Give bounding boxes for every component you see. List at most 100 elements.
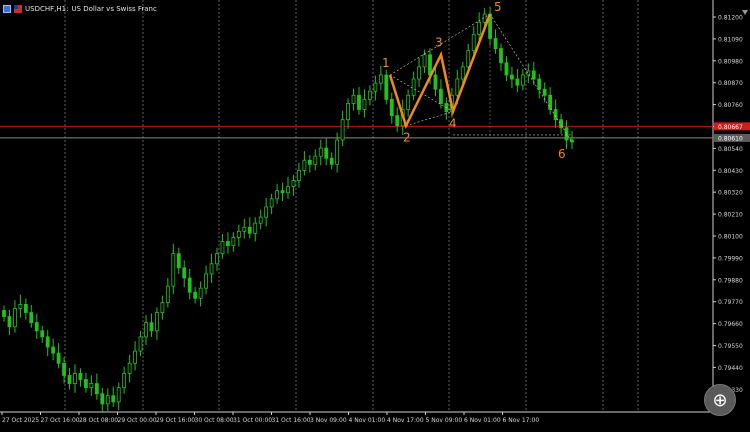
candle-body <box>127 362 132 374</box>
time-label: 5 Nov 09:00 <box>426 417 463 424</box>
candle-body <box>493 38 498 50</box>
candle-body <box>466 50 471 68</box>
candle-body <box>389 98 394 116</box>
candle-body <box>236 230 241 238</box>
candle-body <box>417 66 421 80</box>
pattern-point-label: 4 <box>449 117 457 131</box>
flag-icon <box>14 5 22 13</box>
candle-body <box>231 237 236 246</box>
ask-price-text: 0.80610 <box>718 135 743 142</box>
candle-body <box>45 336 50 348</box>
candle-body <box>7 316 12 328</box>
candle-body <box>89 383 94 389</box>
candle-body <box>253 222 258 234</box>
candle-body <box>428 54 432 76</box>
chart-area[interactable]: 0.81200 0.81090 0.80980 0.80870 0.80760 0.806… <box>0 0 750 428</box>
candle-body <box>378 74 383 84</box>
candle-body <box>515 78 520 86</box>
candle-body <box>23 304 28 313</box>
candle-body <box>62 362 66 376</box>
candle-body <box>531 70 536 80</box>
time-label: 29 Oct 16:00 <box>156 417 195 424</box>
price-label: 0.80430 <box>718 168 743 175</box>
zoom-icon[interactable]: ⊕ <box>704 384 736 416</box>
candle-body <box>346 103 350 121</box>
time-label: 6 Nov 17:00 <box>503 417 540 424</box>
bid-price-text: 0.80667 <box>718 124 743 131</box>
price-label: 0.80100 <box>718 234 743 241</box>
candle-body <box>215 253 219 265</box>
candle-body <box>94 383 99 395</box>
pattern-point-label: 6 <box>558 147 566 161</box>
candle-body <box>40 330 45 338</box>
candle-body <box>318 147 323 157</box>
candle-body <box>182 267 187 279</box>
candle-body <box>439 88 443 104</box>
candle-body <box>73 373 77 384</box>
candle-body <box>13 308 17 328</box>
candle-body <box>297 170 301 181</box>
candle-body <box>226 241 230 246</box>
time-label: 27 Oct 16:00 <box>41 417 80 424</box>
window-icon[interactable] <box>3 5 11 13</box>
price-label: 0.80980 <box>718 58 743 65</box>
time-label: 31 Oct 16:00 <box>272 417 311 424</box>
pattern-target-line <box>489 13 573 143</box>
price-label: 0.80760 <box>718 102 743 109</box>
time-label: 30 Oct 08:00 <box>195 417 234 424</box>
candle-body <box>324 147 329 159</box>
candle-body <box>144 322 148 338</box>
chart-svg[interactable]: 0.81200 0.81090 0.80980 0.80870 0.80760 0.806… <box>0 0 750 428</box>
candle-body <box>149 322 154 332</box>
candle-body <box>406 94 411 110</box>
candle-body <box>258 216 263 224</box>
time-label: 31 Oct 00:00 <box>233 417 272 424</box>
candle-body <box>460 66 465 80</box>
pattern-point-label: 5 <box>494 0 502 14</box>
price-label: 0.80320 <box>718 190 743 197</box>
candle-body <box>176 253 181 269</box>
price-label: 0.80210 <box>718 212 743 219</box>
candle-body <box>307 159 312 165</box>
candle-body <box>455 78 460 96</box>
candle-body <box>384 74 389 100</box>
price-label: 0.81200 <box>718 15 743 22</box>
candle-body <box>504 62 509 76</box>
candle-body <box>526 70 531 76</box>
candle-body <box>471 33 476 52</box>
candle-body <box>275 190 279 200</box>
candle-body <box>220 241 225 255</box>
price-label: 0.79990 <box>718 255 743 262</box>
candle-body <box>242 226 247 232</box>
candle-body <box>160 301 165 313</box>
time-label: 28 Oct 08:00 <box>79 417 118 424</box>
time-label: 29 Oct 00:00 <box>118 417 157 424</box>
candle-body <box>291 180 296 188</box>
candle-body <box>138 336 143 352</box>
candle-body <box>105 395 110 405</box>
pattern-point-label: 1 <box>382 56 390 70</box>
candle-body <box>510 74 514 80</box>
candle-body <box>78 373 83 380</box>
candle-body <box>165 285 170 303</box>
candle-body <box>29 312 34 324</box>
candle-body <box>477 21 482 35</box>
candle-body <box>362 98 367 110</box>
candle-body <box>351 94 356 104</box>
time-label: 6 Nov 01:00 <box>464 417 501 424</box>
price-label: 0.79880 <box>718 277 743 284</box>
candle-body <box>204 273 208 289</box>
chart-shift-icon[interactable] <box>742 0 748 15</box>
pattern-zigzag[interactable] <box>388 13 492 130</box>
candle-body <box>368 90 372 100</box>
candle-body <box>198 287 203 299</box>
candle-body <box>193 291 198 299</box>
pattern-point-label: 2 <box>403 131 411 145</box>
price-label: 0.80870 <box>718 80 743 87</box>
candle-body <box>433 74 438 90</box>
candle-body <box>155 312 159 332</box>
candle-body <box>18 304 23 309</box>
symbol-description: US Dollar vs Swiss Franc <box>71 5 157 13</box>
candle-body <box>171 253 176 287</box>
candle-body <box>56 352 61 364</box>
